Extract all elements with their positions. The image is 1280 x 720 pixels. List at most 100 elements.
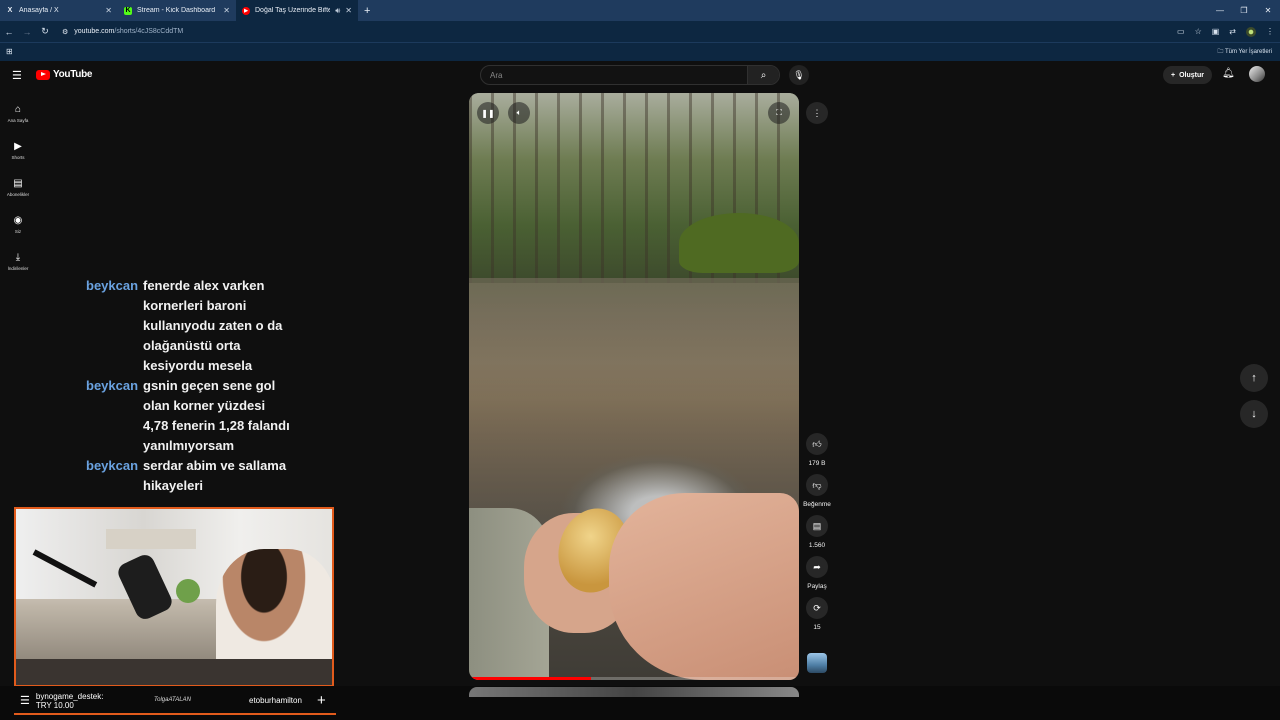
tab-title: Stream - Kick Dashboard [137, 7, 216, 14]
menu-icon: ☰ [20, 695, 30, 707]
url-field[interactable]: ⚙ youtube.com/shorts/4cJS8cCddTM [58, 23, 1158, 40]
chat-message: beykcan gsnin geçen sene gol olan korner… [86, 376, 306, 456]
comments-icon[interactable]: ▤ [806, 515, 828, 537]
comments-count: 1.560 [808, 542, 826, 549]
sound-thumbnail[interactable] [807, 653, 827, 673]
plus-icon: + [317, 692, 326, 709]
chat-message: beykcan fenerde alex varken kornerleri b… [86, 276, 306, 376]
site-info-icon[interactable]: ⚙ [62, 28, 68, 36]
youtube-favicon-icon: ▶ [242, 6, 250, 15]
video-progress-bar[interactable] [469, 677, 799, 680]
stream-chat-overlay: beykcan fenerde alex varken kornerleri b… [86, 276, 306, 496]
x-logo-icon: X [7, 7, 13, 14]
url-path: /shorts/4cJS8cCddTM [114, 28, 184, 35]
notifications-bell-icon[interactable]: 🔔︎ [1222, 68, 1235, 79]
tab-title: Anasayfa / X [19, 7, 59, 14]
restore-icon[interactable]: ❐ [1232, 6, 1256, 15]
rail-label: İndirilenler [7, 266, 29, 271]
close-tab-icon[interactable]: ✕ [105, 6, 112, 15]
progress-fill [469, 677, 592, 680]
extension-icon[interactable]: ▣ [1212, 27, 1220, 36]
volume-icon[interactable]: 🔈︎ [508, 102, 530, 124]
minimize-icon[interactable]: — [1208, 6, 1232, 15]
tab-title: Doğal Taş Üzerinde Biftek P [255, 7, 331, 14]
donor-name: bynogame_destek: [35, 691, 104, 701]
search-icon[interactable]: ⌕ [747, 66, 779, 84]
window-controls: — ❐ ✕ [1208, 0, 1280, 21]
dislike-icon[interactable]: 👎︎ [806, 474, 828, 496]
chat-text: fenerde alex varken kornerleri baroni ku… [143, 278, 283, 373]
more-options-icon[interactable]: ⋮ [806, 102, 828, 124]
apps-grid-icon[interactable]: ⊞ [6, 47, 13, 56]
microphone-icon[interactable]: 🎙︎ [789, 65, 809, 85]
close-tab-icon[interactable]: ✕ [345, 6, 352, 15]
search-box: Ara ⌕ [480, 65, 780, 85]
search-input[interactable]: Ara [481, 71, 747, 80]
next-short-arrow-icon[interactable]: ↓ [1240, 400, 1268, 428]
like-icon[interactable]: 👍︎ [806, 433, 828, 455]
close-tab-icon[interactable]: ✕ [223, 6, 230, 15]
forward-icon[interactable]: → [18, 27, 36, 37]
fullscreen-icon[interactable]: ⛶ [768, 102, 790, 124]
chat-text: gsnin geçen sene gol olan korner yüzdesi… [143, 378, 290, 453]
all-bookmarks-label: Tüm Yer İşaretleri [1224, 49, 1272, 55]
home-icon: ⌂ [14, 104, 22, 115]
next-short-preview[interactable] [469, 687, 799, 697]
previous-short-arrow-icon[interactable]: ↑ [1240, 364, 1268, 392]
chat-username: beykcan [86, 378, 139, 393]
close-window-icon[interactable]: ✕ [1256, 6, 1280, 15]
kick-logo-icon: K [124, 6, 132, 15]
all-bookmarks-folder[interactable]: 🗀︎ Tüm Yer İşaretleri [1217, 47, 1272, 57]
signature-text: TolgaATALAN [154, 697, 191, 703]
follower-name: etoburhamilton [249, 696, 302, 705]
shorts-video-player[interactable]: ❚❚ 🔈︎ ⛶ [469, 93, 799, 680]
create-button[interactable]: + Oluştur [1163, 66, 1212, 84]
account-avatar[interactable] [1249, 66, 1265, 82]
donation-panel: ☰ bynogame_destek: TRY 10.00 TolgaATALAN… [14, 688, 336, 715]
chat-username: beykcan [86, 458, 139, 473]
subscriptions-icon: ▤ [13, 178, 23, 189]
tab-youtube[interactable]: ▶ Doğal Taş Üzerinde Biftek P 🔊︎ ✕ [236, 0, 358, 21]
audio-icon[interactable]: 🔊︎ [335, 6, 340, 16]
youtube-logo-text: YouTube [53, 69, 93, 80]
dislike-label: Beğenme [803, 501, 831, 508]
translate-icon[interactable]: ⇄ [1229, 27, 1236, 36]
rail-item-downloads[interactable]: ⤓ İndirilenler [0, 243, 36, 280]
rail-label: Abonelikler [6, 192, 30, 197]
new-tab-icon[interactable]: + [358, 5, 376, 17]
cast-icon[interactable]: ▭ [1177, 27, 1185, 36]
left-rail: ⌂ Ana Sayfa ▶ Shorts ▤ Abonelikler ◉ Siz… [0, 95, 36, 280]
rail-label: Siz [14, 229, 22, 234]
reload-icon[interactable]: ↻ [36, 26, 54, 37]
rail-item-shorts[interactable]: ▶ Shorts [0, 132, 36, 169]
chat-username: beykcan [86, 278, 139, 293]
donation-amount: TRY 10.00 [35, 700, 74, 710]
hamburger-menu-icon[interactable]: ☰ [12, 69, 22, 82]
toolbar-icons: ▭ ☆ ▣ ⇄ ⋮ [1177, 21, 1274, 42]
chat-message: beykcan serdar abim ve sallama hikayeler… [86, 456, 306, 496]
shorts-actions: 👍︎ 179 B 👎︎ Beğenme ▤ 1.560 ➦ Paylaş ⟳ 1… [803, 433, 831, 638]
tab-kick[interactable]: K Stream - Kick Dashboard ✕ [118, 0, 236, 21]
plus-icon: + [1171, 71, 1176, 79]
rail-item-you[interactable]: ◉ Siz [0, 206, 36, 243]
remix-count: 15 [813, 624, 821, 631]
like-count: 179 B [808, 460, 826, 467]
url-domain: youtube.com [74, 28, 115, 35]
menu-dots-icon[interactable]: ⋮ [1266, 27, 1274, 36]
chat-text: serdar abim ve sallama hikayeleri [143, 458, 287, 493]
profile-icon[interactable] [1246, 26, 1256, 37]
browser-tab-bar: X Anasayfa / X ✕ K Stream - Kick Dashboa… [0, 0, 1280, 21]
youtube-logo[interactable]: YouTube [36, 69, 93, 80]
pause-icon[interactable]: ❚❚ [477, 102, 499, 124]
tab-x[interactable]: X Anasayfa / X ✕ [0, 0, 118, 21]
share-label: Paylaş [807, 583, 827, 590]
bookmark-star-icon[interactable]: ☆ [1195, 27, 1202, 36]
back-icon[interactable]: ← [0, 27, 18, 37]
create-label: Oluştur [1179, 71, 1204, 79]
you-icon: ◉ [13, 215, 23, 226]
remix-icon[interactable]: ⟳ [806, 597, 828, 619]
bookmarks-bar: ⊞ 🗀︎ Tüm Yer İşaretleri [0, 42, 1280, 61]
share-icon[interactable]: ➦ [806, 556, 828, 578]
rail-item-subscriptions[interactable]: ▤ Abonelikler [0, 169, 36, 206]
rail-item-home[interactable]: ⌂ Ana Sayfa [0, 95, 36, 132]
